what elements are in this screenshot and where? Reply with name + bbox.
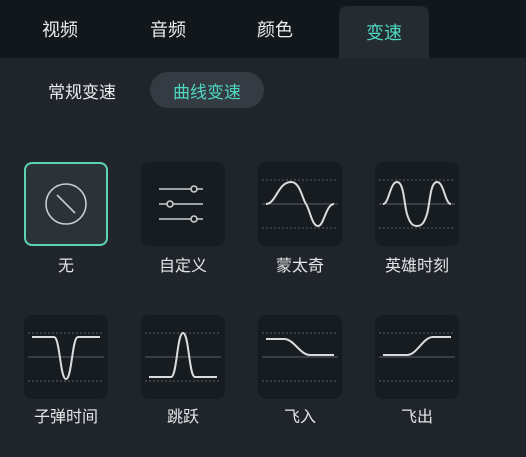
tab-speed[interactable]: 变速	[339, 6, 429, 58]
preset-label: 飞出	[400, 407, 433, 426]
montage-curve-icon	[262, 179, 338, 229]
tab-video[interactable]: 视频	[15, 0, 105, 58]
jump-curve-icon	[145, 331, 221, 382]
preset-label: 英雄时刻	[384, 256, 449, 275]
tab-color[interactable]: 颜色	[230, 0, 320, 58]
preset-montage[interactable]	[258, 162, 342, 246]
tab-audio[interactable]: 音频	[123, 0, 213, 58]
preset-label: 子弹时间	[33, 407, 98, 426]
preset-custom[interactable]	[141, 162, 225, 246]
preset-label: 无	[57, 256, 74, 275]
preset-fly-out[interactable]	[375, 315, 459, 399]
preset-hero-moment[interactable]	[375, 162, 459, 246]
hero-moment-curve-icon	[379, 179, 455, 229]
tab-bar: 视频 音频 颜色 变速	[0, 0, 526, 58]
subtab-normal-speed[interactable]: 常规变速	[30, 72, 134, 108]
preset-label: 自定义	[158, 256, 207, 275]
preset-none[interactable]	[24, 162, 108, 246]
fly-in-curve-icon	[262, 332, 338, 382]
bullet-time-curve-icon	[28, 332, 104, 382]
preset-label: 蒙太奇	[275, 256, 324, 275]
fly-out-curve-icon	[379, 332, 455, 382]
preset-jump[interactable]	[141, 315, 225, 399]
preset-label: 飞入	[283, 407, 316, 426]
none-icon	[45, 183, 87, 225]
subtab-curve-speed[interactable]: 曲线变速	[150, 72, 264, 108]
preset-label: 跳跃	[166, 407, 199, 426]
preset-fly-in[interactable]	[258, 315, 342, 399]
sliders-icon	[159, 185, 203, 223]
preset-bullet-time[interactable]	[24, 315, 108, 399]
